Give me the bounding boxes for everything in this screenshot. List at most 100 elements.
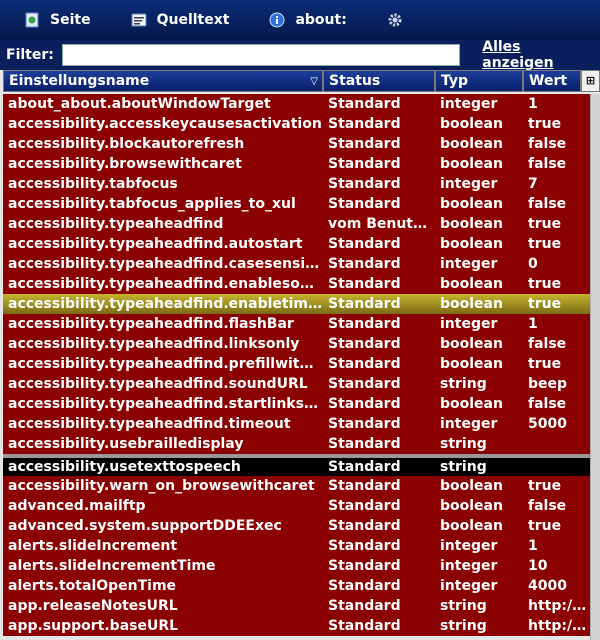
table-row[interactable]: accessibility.usetexttospeech Standard str… — [3, 456, 591, 476]
toolbar-page-button[interactable]: Seite — [24, 12, 91, 28]
pref-value: beep — [528, 376, 568, 392]
column-header-type[interactable]: Typ — [435, 70, 523, 92]
pref-name: accessibility.typeaheadfind.casesensitiv… — [8, 256, 323, 272]
column-header-value[interactable]: Wert — [523, 70, 581, 92]
table-row[interactable]: accessibility.typeaheadfind.enablesound S… — [3, 274, 591, 294]
table-row[interactable]: accessibility.usebrailledisplay Standard s… — [3, 434, 591, 456]
table-row[interactable]: accessibility.typeaheadfind.flashBar Stan… — [3, 314, 591, 334]
table-row[interactable]: accessibility.tabfocus Standard integer 7 — [3, 174, 591, 194]
pref-type: boolean — [440, 116, 503, 132]
pref-name: app.releaseNotesURL — [8, 598, 178, 614]
table-row[interactable]: advanced.mailftp Standard boolean false — [3, 496, 591, 516]
toolbar-settings-button[interactable] — [387, 12, 413, 28]
pref-type: integer — [440, 256, 498, 272]
table-row[interactable]: accessibility.typeaheadfind vom Benutze..… — [3, 214, 591, 234]
table-row[interactable]: accessibility.typeaheadfind.timeout Stand… — [3, 414, 591, 434]
page-icon — [24, 12, 40, 28]
sort-indicator-icon: ▽ — [310, 76, 318, 87]
pref-type: boolean — [440, 196, 503, 212]
pref-type: integer — [440, 176, 498, 192]
pref-name: app.support.baseURL — [8, 618, 179, 634]
table-row[interactable]: accessibility.tabfocus_applies_to_xul Sta… — [3, 194, 591, 214]
pref-value: 0 — [528, 256, 538, 272]
pref-value: true — [528, 478, 562, 494]
pref-value: 5000 — [528, 416, 567, 432]
pref-name: accessibility.typeaheadfind.linksonly — [8, 336, 300, 352]
pref-status: Standard — [328, 436, 401, 452]
table-rows: about_about.aboutWindowTarget Standard int… — [3, 94, 591, 636]
pref-name: accessibility.tabfocus_applies_to_xul — [8, 196, 296, 212]
pref-status: Standard — [328, 96, 401, 112]
pref-status: Standard — [328, 459, 401, 475]
vertical-scrollbar[interactable] — [590, 94, 600, 640]
pref-value: 7 — [528, 176, 538, 192]
table-row[interactable]: accessibility.typeaheadfind.startlinkson… — [3, 394, 591, 414]
column-header-status[interactable]: Status — [323, 70, 435, 92]
table-row[interactable]: accessibility.typeaheadfind.autostart Sta… — [3, 234, 591, 254]
pref-value: 1 — [528, 316, 538, 332]
toolbar-source-button[interactable]: Quelltext — [131, 12, 229, 28]
pref-type: string — [440, 376, 487, 392]
table-row[interactable]: accessibility.accesskeycausesactivation S… — [3, 114, 591, 134]
pref-status: Standard — [328, 356, 401, 372]
table-row[interactable]: accessibility.typeaheadfind.soundURL Stan… — [3, 374, 591, 394]
pref-status: Standard — [328, 196, 401, 212]
pref-value: false — [528, 156, 567, 172]
pref-type: string — [440, 436, 487, 452]
pref-status: Standard — [328, 376, 401, 392]
toolbar-about-button[interactable]: about: — [269, 12, 347, 28]
pref-type: boolean — [440, 216, 503, 232]
pref-type: boolean — [440, 356, 503, 372]
toolbar-about-label: about: — [295, 12, 347, 28]
table-row[interactable]: accessibility.typeaheadfind.casesensitiv… — [3, 254, 591, 274]
gear-icon — [387, 12, 403, 28]
pref-status: Standard — [328, 136, 401, 152]
table-row[interactable]: app.releaseNotesURL Standard string http://… — [3, 596, 591, 616]
toolbar: Seite Quelltext about: — [0, 0, 600, 40]
table-row[interactable]: accessibility.blockautorefresh Standard bo… — [3, 134, 591, 154]
show-all-link[interactable]: Alles anzeigen — [482, 39, 594, 71]
pref-status: Standard — [328, 558, 401, 574]
pref-value: true — [528, 236, 562, 252]
pref-name: advanced.system.supportDDEExec — [8, 518, 282, 534]
pref-status: Standard — [328, 538, 401, 554]
pref-status: Standard — [328, 498, 401, 514]
pref-name: accessibility.tabfocus — [8, 176, 178, 192]
pref-value: http://s... — [528, 618, 591, 634]
pref-type: string — [440, 598, 487, 614]
pref-status: Standard — [328, 316, 401, 332]
pref-type: boolean — [440, 156, 503, 172]
table-row[interactable]: about_about.aboutWindowTarget Standard int… — [3, 94, 591, 114]
pref-type: integer — [440, 316, 498, 332]
pref-name: accessibility.blockautorefresh — [8, 136, 245, 152]
table-row[interactable]: accessibility.warn_on_browsewithcaret Sta… — [3, 476, 591, 496]
pref-name: advanced.mailftp — [8, 498, 146, 514]
pref-status: Standard — [328, 578, 401, 594]
pref-name: accessibility.typeaheadfind.flashBar — [8, 316, 294, 332]
pref-name: accessibility.typeaheadfind — [8, 216, 224, 232]
table-row[interactable]: alerts.totalOpenTime Standard integer 4000 — [3, 576, 591, 596]
column-header-name[interactable]: Einstellungsname ▽ — [3, 70, 323, 92]
pref-name: accessibility.usebrailledisplay — [8, 436, 244, 452]
table-row[interactable]: accessibility.browsewithcaret Standard boo… — [3, 154, 591, 174]
table-row[interactable]: advanced.system.supportDDEExec Standard bo… — [3, 516, 591, 536]
pref-status: Standard — [328, 518, 401, 534]
table-row[interactable]: accessibility.typeaheadfind.linksonly Sta… — [3, 334, 591, 354]
filter-input[interactable] — [61, 44, 461, 66]
pref-name: accessibility.typeaheadfind.prefillwiths… — [8, 356, 323, 372]
pref-status: vom Benutze... — [328, 216, 435, 232]
pref-name: accessibility.typeaheadfind.timeout — [8, 416, 291, 432]
table-row[interactable]: accessibility.typeaheadfind.prefillwiths… — [3, 354, 591, 374]
table-row[interactable]: app.support.baseURL Standard string http://… — [3, 616, 591, 636]
column-picker-icon[interactable]: ⊞ — [581, 70, 600, 92]
pref-name: accessibility.typeaheadfind.startlinkson… — [8, 396, 323, 412]
pref-status: Standard — [328, 296, 401, 312]
pref-name: alerts.slideIncrement — [8, 538, 178, 554]
pref-value: 10 — [528, 558, 548, 574]
table-row[interactable]: alerts.slideIncrement Standard integer 1 — [3, 536, 591, 556]
filter-label: Filter: — [6, 47, 54, 63]
table-header: Einstellungsname ▽ Status Typ Wert ⊞ — [3, 70, 600, 92]
table-row[interactable]: alerts.slideIncrementTime Standard integer… — [3, 556, 591, 576]
table-row[interactable]: accessibility.typeaheadfind.enabletimeou… — [3, 294, 591, 314]
pref-name: accessibility.accesskeycausesactivation — [8, 116, 322, 132]
